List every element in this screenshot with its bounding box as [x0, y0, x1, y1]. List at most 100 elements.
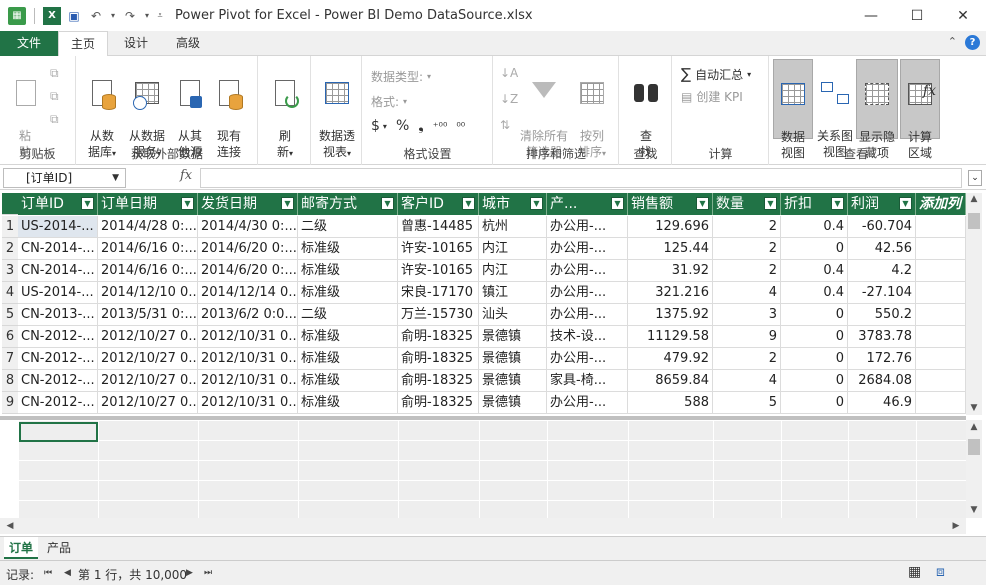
add-column-cell[interactable]: [916, 238, 966, 260]
table-cell[interactable]: 许安-10165: [398, 260, 479, 282]
currency-button[interactable]: $: [371, 118, 380, 134]
percent-button[interactable]: %: [396, 118, 409, 134]
table-cell[interactable]: 0: [781, 370, 848, 392]
table-cell[interactable]: 0: [781, 238, 848, 260]
table-cell[interactable]: 2014/12/10 0...: [98, 282, 198, 304]
row-number[interactable]: 5: [2, 304, 18, 326]
table-cell[interactable]: 曾惠-14485: [398, 216, 479, 238]
table-cell[interactable]: 宋良-17170: [398, 282, 479, 304]
customize-qat-icon[interactable]: ⩡: [155, 7, 165, 25]
column-header[interactable]: 订单日期 ▼: [98, 193, 198, 215]
table-cell[interactable]: 3: [713, 304, 781, 326]
add-column-cell[interactable]: [916, 216, 966, 238]
fx-icon[interactable]: fx: [180, 168, 192, 183]
table-cell[interactable]: 办公用-...: [547, 392, 628, 414]
filter-dropdown-icon[interactable]: ▼: [462, 197, 475, 210]
table-cell[interactable]: 景德镇: [479, 370, 547, 392]
table-cell[interactable]: 2014/6/20 0:...: [198, 260, 298, 282]
table-cell[interactable]: 2014/6/16 0:...: [98, 260, 198, 282]
table-cell[interactable]: 技术-设...: [547, 326, 628, 348]
table-cell[interactable]: 129.696: [628, 216, 713, 238]
table-cell[interactable]: 0.4: [781, 216, 848, 238]
filter-dropdown-icon[interactable]: ▼: [81, 197, 94, 210]
filter-dropdown-icon[interactable]: ▼: [530, 197, 543, 210]
collapse-ribbon-icon[interactable]: ⌃: [948, 35, 957, 50]
show-hidden-button[interactable]: 显示隐 藏项: [856, 59, 898, 160]
column-header[interactable]: 邮寄方式 ▼: [298, 193, 398, 215]
table-cell[interactable]: 二级: [298, 304, 398, 326]
table-cell[interactable]: 2014/6/20 0:...: [198, 238, 298, 260]
row-number[interactable]: 6: [2, 326, 18, 348]
table-cell[interactable]: 标准级: [298, 238, 398, 260]
table-cell[interactable]: 标准级: [298, 392, 398, 414]
table-cell[interactable]: 办公用-...: [547, 260, 628, 282]
refresh-button[interactable]: 刷 新▾: [269, 62, 301, 162]
redo-icon[interactable]: ↷: [121, 7, 139, 25]
vertical-scroll-thumb[interactable]: [968, 213, 980, 229]
filter-dropdown-icon[interactable]: ▼: [381, 197, 394, 210]
scroll-down-icon[interactable]: ▼: [966, 505, 982, 515]
vertical-scrollbar-bottom[interactable]: [966, 420, 982, 518]
column-header[interactable]: 产... ▼: [547, 193, 628, 215]
table-cell[interactable]: 办公用-...: [547, 348, 628, 370]
table-cell[interactable]: 125.44: [628, 238, 713, 260]
table-cell[interactable]: 汕头: [479, 304, 547, 326]
table-cell[interactable]: CN-2012-...: [18, 392, 98, 414]
table-cell[interactable]: 2: [713, 238, 781, 260]
table-cell[interactable]: 31.92: [628, 260, 713, 282]
table-cell[interactable]: 2: [713, 260, 781, 282]
save-icon[interactable]: ▣: [65, 7, 83, 25]
table-cell[interactable]: 11129.58: [628, 326, 713, 348]
sheet-tab-orders[interactable]: 订单: [4, 537, 39, 559]
sort-ascending-icon[interactable]: ↓A: [500, 66, 518, 80]
tab-design[interactable]: 设计: [116, 31, 156, 56]
table-cell[interactable]: 2014/12/14 0...: [198, 282, 298, 304]
add-column-header[interactable]: 添加列: [916, 193, 966, 215]
table-cell[interactable]: 2014/6/16 0:...: [98, 238, 198, 260]
scroll-left-icon[interactable]: ◀: [2, 521, 18, 531]
vertical-scroll-thumb[interactable]: [968, 439, 980, 455]
format-dropdown[interactable]: 格式: ▾: [371, 93, 407, 110]
row-number[interactable]: 4: [2, 282, 18, 304]
filter-dropdown-icon[interactable]: ▼: [181, 197, 194, 210]
filter-dropdown-icon[interactable]: ▼: [831, 197, 844, 210]
column-header[interactable]: 利润 ▼: [848, 193, 916, 215]
tab-file[interactable]: 文件: [0, 31, 58, 56]
add-column-cell[interactable]: [916, 304, 966, 326]
tab-home[interactable]: 主页: [58, 31, 108, 57]
grid-view-icon[interactable]: ▦: [908, 564, 921, 580]
first-record-icon[interactable]: ⏮: [44, 568, 52, 578]
table-cell[interactable]: 俞明-18325: [398, 348, 479, 370]
calculation-area-button[interactable]: fx 计算 区域: [900, 59, 940, 160]
table-cell[interactable]: 景德镇: [479, 326, 547, 348]
previous-record-icon[interactable]: ◀: [64, 568, 71, 578]
table-cell[interactable]: 0: [781, 304, 848, 326]
expand-formula-bar-icon[interactable]: ⌄: [968, 170, 982, 186]
table-cell[interactable]: 标准级: [298, 370, 398, 392]
table-cell[interactable]: -27.104: [848, 282, 916, 304]
column-header[interactable]: 销售额 ▼: [628, 193, 713, 215]
column-header[interactable]: 订单ID ▼: [18, 193, 98, 215]
table-cell[interactable]: 2012/10/27 0...: [98, 392, 198, 414]
scroll-down-icon[interactable]: ▼: [966, 403, 982, 413]
add-column-cell[interactable]: [916, 326, 966, 348]
table-cell[interactable]: 8659.84: [628, 370, 713, 392]
table-cell[interactable]: 46.9: [848, 392, 916, 414]
close-button[interactable]: ✕: [940, 0, 986, 31]
table-cell[interactable]: 550.2: [848, 304, 916, 326]
excel-icon[interactable]: X: [43, 6, 61, 25]
row-number[interactable]: 1: [2, 216, 18, 238]
name-box[interactable]: [订单ID] ▼: [3, 168, 126, 188]
clear-sort-icon[interactable]: ⇅: [500, 118, 518, 132]
table-cell[interactable]: 588: [628, 392, 713, 414]
table-cell[interactable]: 5: [713, 392, 781, 414]
table-cell[interactable]: 内江: [479, 238, 547, 260]
table-cell[interactable]: CN-2013-...: [18, 304, 98, 326]
cut-icon[interactable]: ⧉: [50, 89, 59, 104]
table-cell[interactable]: 2014/4/30 0:...: [198, 216, 298, 238]
table-cell[interactable]: 2012/10/31 0...: [198, 348, 298, 370]
table-cell[interactable]: 2013/6/2 0:0...: [198, 304, 298, 326]
table-cell[interactable]: 景德镇: [479, 392, 547, 414]
filter-dropdown-icon[interactable]: ▼: [696, 197, 709, 210]
table-cell[interactable]: 杭州: [479, 216, 547, 238]
